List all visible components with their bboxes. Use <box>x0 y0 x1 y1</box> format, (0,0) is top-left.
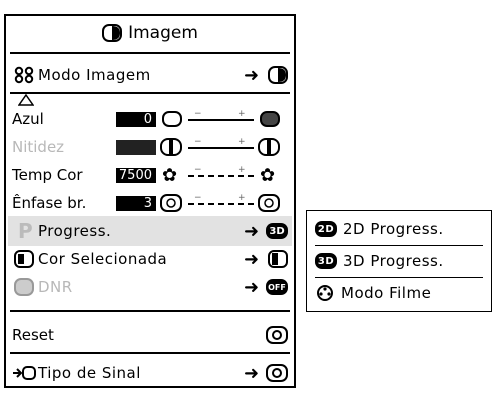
progressive-submenu: 2D 2D Progress. 3D 3D Progress. Modo Fil… <box>306 210 492 312</box>
badge-3d-icon: 3D <box>266 223 288 239</box>
picture-mode-value-icon <box>268 66 288 84</box>
picture-icon <box>102 24 123 42</box>
film-mode-icon <box>315 284 335 302</box>
tipo-de-sinal-label: Tipo de Sinal <box>38 364 141 382</box>
fan-high-icon: ✿ <box>260 164 276 186</box>
arrow-right-icon: ➜ <box>244 362 260 384</box>
reset-label: Reset <box>12 326 54 344</box>
nitidez-min-icon <box>160 138 182 156</box>
progressive-p-icon: P <box>18 219 33 243</box>
azul-min-icon <box>162 111 182 127</box>
row-dnr: DNR ➜ OFF <box>8 272 292 302</box>
progressive-label: Progress. <box>38 222 112 240</box>
picture-mode-label: Modo Imagem <box>38 66 151 84</box>
badge-2d-icon: 2D <box>315 221 337 237</box>
arrow-right-icon: ➜ <box>244 220 260 242</box>
nitidez-label: Nitidez <box>12 138 65 156</box>
azul-label: Azul <box>12 110 44 128</box>
enfase-slider[interactable]: − + <box>188 193 254 209</box>
picture-mode-icon <box>14 66 34 84</box>
dnr-icon <box>14 278 34 296</box>
row-enfase[interactable]: Ênfase br. 3 − + <box>8 188 292 218</box>
row-reset[interactable]: Reset <box>8 320 292 350</box>
arrow-right-icon: ➜ <box>244 248 260 270</box>
azul-max-icon <box>260 111 280 127</box>
arrow-right-icon: ➜ <box>244 276 260 298</box>
reset-icon <box>266 326 288 344</box>
dnr-label: DNR <box>38 278 73 296</box>
menu-title: Imagem <box>6 16 294 50</box>
row-cor-selecionada[interactable]: Cor Selecionada ➜ <box>8 244 292 274</box>
azul-slider[interactable]: − + <box>188 109 254 125</box>
submenu-item-2d-label: 2D Progress. <box>343 220 444 238</box>
azul-value: 0 <box>116 111 156 127</box>
badge-off-icon: OFF <box>266 279 288 295</box>
submenu-item-film-label: Modo Filme <box>341 284 432 302</box>
row-progressive[interactable]: P Progress. ➜ 3D <box>8 216 292 246</box>
temp-cor-label: Temp Cor <box>12 166 83 184</box>
row-temp-cor[interactable]: Temp Cor 7500 ✿ − + ✿ <box>8 160 292 190</box>
row-picture-mode[interactable]: Modo Imagem ➜ <box>8 60 292 90</box>
nitidez-max-icon <box>258 138 280 156</box>
image-menu-panel: Imagem Modo Imagem ➜ Azul 0 − + Nitidez <box>4 14 296 388</box>
nitidez-value <box>116 139 156 155</box>
enfase-value: 3 <box>116 195 156 211</box>
menu-title-text: Imagem <box>128 23 198 43</box>
badge-3d-icon: 3D <box>315 253 337 269</box>
submenu-item-3d[interactable]: 3D 3D Progress. <box>315 249 444 273</box>
temp-cor-value: 7500 <box>116 167 156 183</box>
fan-low-icon: ✿ <box>162 164 178 186</box>
arrow-right-icon: ➜ <box>244 64 260 86</box>
signal-type-icon <box>12 364 36 382</box>
cor-selecionada-value-icon <box>268 250 288 268</box>
brilliance-min-icon <box>160 194 182 212</box>
row-nitidez: Nitidez − + <box>8 132 292 162</box>
nitidez-slider: − + <box>188 137 254 153</box>
color-select-icon <box>14 250 34 268</box>
submenu-item-film[interactable]: Modo Filme <box>315 281 431 305</box>
submenu-item-2d[interactable]: 2D 2D Progress. <box>315 217 444 241</box>
enfase-label: Ênfase br. <box>12 194 87 212</box>
submenu-item-3d-label: 3D Progress. <box>343 252 444 270</box>
row-azul[interactable]: Azul 0 − + <box>8 104 292 134</box>
temp-cor-slider[interactable]: − + <box>188 165 254 181</box>
row-tipo-de-sinal[interactable]: Tipo de Sinal ➜ <box>8 358 292 388</box>
cor-selecionada-label: Cor Selecionada <box>38 250 168 268</box>
brilliance-max-icon <box>258 194 280 212</box>
signal-value-icon <box>266 364 288 382</box>
